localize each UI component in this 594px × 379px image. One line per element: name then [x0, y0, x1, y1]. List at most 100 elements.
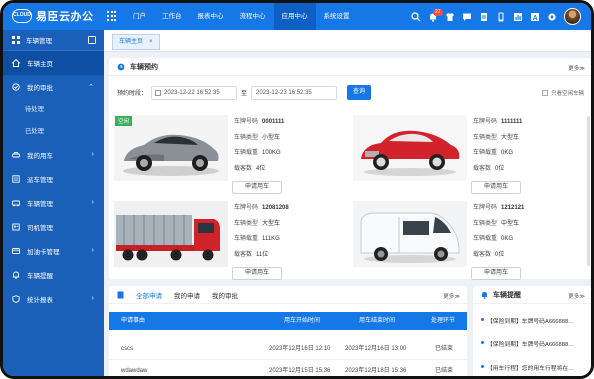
list-item[interactable]: 【保险到期】车牌号码A666888… — [481, 316, 574, 325]
requests-table-header: 申请事由 用车开始时间 用车结束时间 处理环节 — [109, 312, 467, 330]
message-icon[interactable] — [462, 12, 472, 22]
app-logo[interactable]: CLOUD 易臣云办公 — [12, 8, 94, 24]
chart-icon[interactable] — [513, 12, 523, 22]
nav-settings[interactable]: 系统设置 — [316, 3, 358, 30]
vehicle-info: 车牌号码 0001111 车辆类型 小型车 车辆载重 100KG 载客数 4位 — [234, 115, 284, 177]
table-row[interactable]: cscs 2023年12月16日 12:10 2023年12月16日 13:00… — [109, 338, 467, 360]
sidebar-item-fuel-cards[interactable]: 加油卡管理 › — [3, 239, 104, 263]
sidebar-item-label: 我的审批 — [27, 85, 53, 92]
nav-apps[interactable]: 应用中心 — [273, 3, 316, 30]
sidebar-item-dispatch[interactable]: 派车管理 — [3, 167, 104, 191]
booking-scrollbar[interactable] — [587, 116, 590, 266]
booking-more-link[interactable]: 更多≫ — [568, 64, 585, 72]
tab-all-requests[interactable]: 全部申请 — [136, 290, 162, 300]
booking-header: 车辆预约 — [109, 58, 591, 76]
sidebar-item-drivers[interactable]: 司机管理 — [3, 215, 104, 239]
load-label: 车辆载重 — [234, 150, 259, 156]
app-window: CLOUD 易臣云办公 门户 工作台 报表中心 流程中心 应用中心 系统设置 2… — [0, 0, 594, 379]
sidebar-item-my-approval[interactable]: 我的审批 ⌃ — [3, 75, 104, 99]
nav-workbench[interactable]: 工作台 — [154, 3, 190, 30]
list-item[interactable]: 【用车行程】您的用车行程将在… — [481, 363, 574, 372]
col-end: 用车结束时间 — [359, 318, 396, 324]
start-date-input[interactable]: 2023-12-22 16:52:35 — [151, 85, 238, 100]
apply-vehicle-button[interactable]: 申请用车 — [232, 181, 282, 194]
vehicle-info: 车牌号码 12081208 车辆类型 大型车 车辆载重 111KG 载客数 11位 — [234, 201, 289, 263]
chevron-right-icon: › — [91, 295, 94, 302]
list-item[interactable]: 【保险到期】车牌号码A666888… — [481, 339, 574, 348]
end-date-input[interactable]: 2023-12-23 16:52:35 — [251, 85, 338, 100]
reminder-icon — [13, 271, 19, 279]
document-icon[interactable] — [479, 12, 489, 22]
plate-label: 车牌号码 — [473, 119, 498, 125]
search-icon[interactable] — [411, 11, 421, 22]
font-icon[interactable]: A — [530, 12, 540, 22]
card-icon — [12, 248, 20, 254]
apply-vehicle-button[interactable]: 申请用车 — [471, 181, 521, 194]
sidebar-item-label: 车辆提醒 — [27, 273, 53, 280]
type-label: 车辆类型 — [473, 134, 498, 141]
sidebar-item-reminders[interactable]: 车辆提醒 — [3, 263, 104, 287]
type-label: 车辆类型 — [473, 220, 498, 227]
chevron-right-icon: › — [91, 247, 94, 254]
vehicle-info: 车牌号码 1212121 车辆类型 中型车 车辆载重 0KG 载客数 0位 — [473, 201, 524, 263]
only-free-checkbox[interactable] — [541, 90, 548, 96]
bullet-icon — [481, 341, 484, 344]
nav-portal[interactable]: 门户 — [125, 3, 154, 30]
query-button[interactable]: 查询 — [347, 85, 372, 100]
chevron-right-icon: › — [91, 199, 94, 206]
sidebar-item-reports[interactable]: 统计报表 › — [3, 287, 104, 311]
sidebar-item-my-car-use[interactable]: 我的用车 › — [3, 143, 104, 167]
reminder-text: 【保险到期】车牌号码A666888… — [487, 319, 574, 325]
apply-vehicle-button[interactable]: 申请用车 — [471, 267, 521, 280]
reminder-more-link[interactable]: 更多≫ — [568, 292, 585, 300]
sidebar-item-label: 司机管理 — [27, 225, 53, 232]
car-icon — [12, 151, 20, 158]
app-grid-icon[interactable] — [107, 11, 117, 21]
tab-my-approvals[interactable]: 我的审批 — [212, 290, 238, 300]
tab-my-requests[interactable]: 我的申请 — [174, 290, 200, 300]
avatar[interactable] — [564, 8, 581, 25]
type-value: 大型车 — [501, 134, 520, 141]
gear-icon[interactable] — [547, 12, 557, 22]
sidebar-item-label: 统计报表 — [27, 297, 53, 304]
sidebar-item-home[interactable]: 车辆主页 — [3, 51, 104, 75]
plate-value: 1111111 — [501, 119, 523, 125]
home-icon — [12, 59, 20, 67]
sidebar-header: 车辆管理 — [3, 30, 104, 51]
seats-label: 载客数 — [473, 165, 492, 172]
close-icon[interactable]: × — [149, 35, 153, 49]
seats-value: 4位 — [256, 165, 266, 172]
nav-reports[interactable]: 报表中心 — [190, 3, 232, 30]
seats-label: 载客数 — [473, 251, 492, 258]
collapse-sidebar-icon[interactable] — [88, 36, 96, 44]
cell-start: 2023年12月15日 15:36 — [269, 368, 331, 374]
requests-card: 全部申请 我的申请 我的审批 更多≫ 申请事由 用车开始时间 用车结束时间 处理… — [109, 286, 467, 376]
sidebar-item-vehicles[interactable]: 车辆管理 › — [3, 191, 104, 215]
vehicle-reminder-card: 车辆提醒 更多≫ 【保险到期】车牌号码A666888… 【保险到期】车牌号码A6… — [473, 286, 591, 376]
vehicle-card: 车牌号码 12081208 车辆类型 大型车 车辆载重 111KG 载客数 11位 申请… — [114, 201, 344, 281]
nav-process[interactable]: 流程中心 — [232, 3, 274, 30]
apply-vehicle-button[interactable]: 申请用车 — [232, 267, 282, 280]
phone-icon[interactable] — [496, 12, 506, 22]
plate-value: 0001111 — [262, 119, 285, 125]
time-range-label: 预约时段： — [117, 91, 148, 97]
only-free-filter[interactable]: 只看空闲车辆 — [541, 89, 584, 97]
bell-icon[interactable]: 27 — [428, 8, 443, 22]
cell-end: 2023年12月18日 15:36 — [345, 368, 407, 374]
seats-label: 载客数 — [234, 165, 253, 172]
app-name: 易臣云办公 — [36, 11, 94, 23]
notification-badge: 27 — [433, 8, 443, 16]
bullet-icon — [481, 318, 484, 321]
shirt-icon[interactable] — [445, 12, 455, 22]
table-row[interactable]: wdawdaw 2023年12月15日 15:36 2023年12月18日 15… — [109, 360, 467, 376]
tab-vehicle-home[interactable]: 车辆主页 × — [112, 34, 160, 50]
sidebar-item-pending[interactable]: 待处理 — [3, 99, 104, 121]
cloud-logo-icon: CLOUD — [12, 9, 32, 23]
start-date-value: 2023-12-22 16:52:35 — [164, 89, 220, 96]
dispatch-icon — [12, 175, 20, 183]
sidebar-item-processed[interactable]: 已处理 — [3, 121, 104, 143]
vehicle-card: 车牌号码 1212121 车辆类型 中型车 车辆载重 0KG 载客数 0位 申请用车 — [353, 201, 583, 281]
requests-more-link[interactable]: 更多≫ — [443, 292, 460, 300]
load-label: 车辆载重 — [473, 150, 498, 156]
bullet-icon — [481, 365, 484, 368]
